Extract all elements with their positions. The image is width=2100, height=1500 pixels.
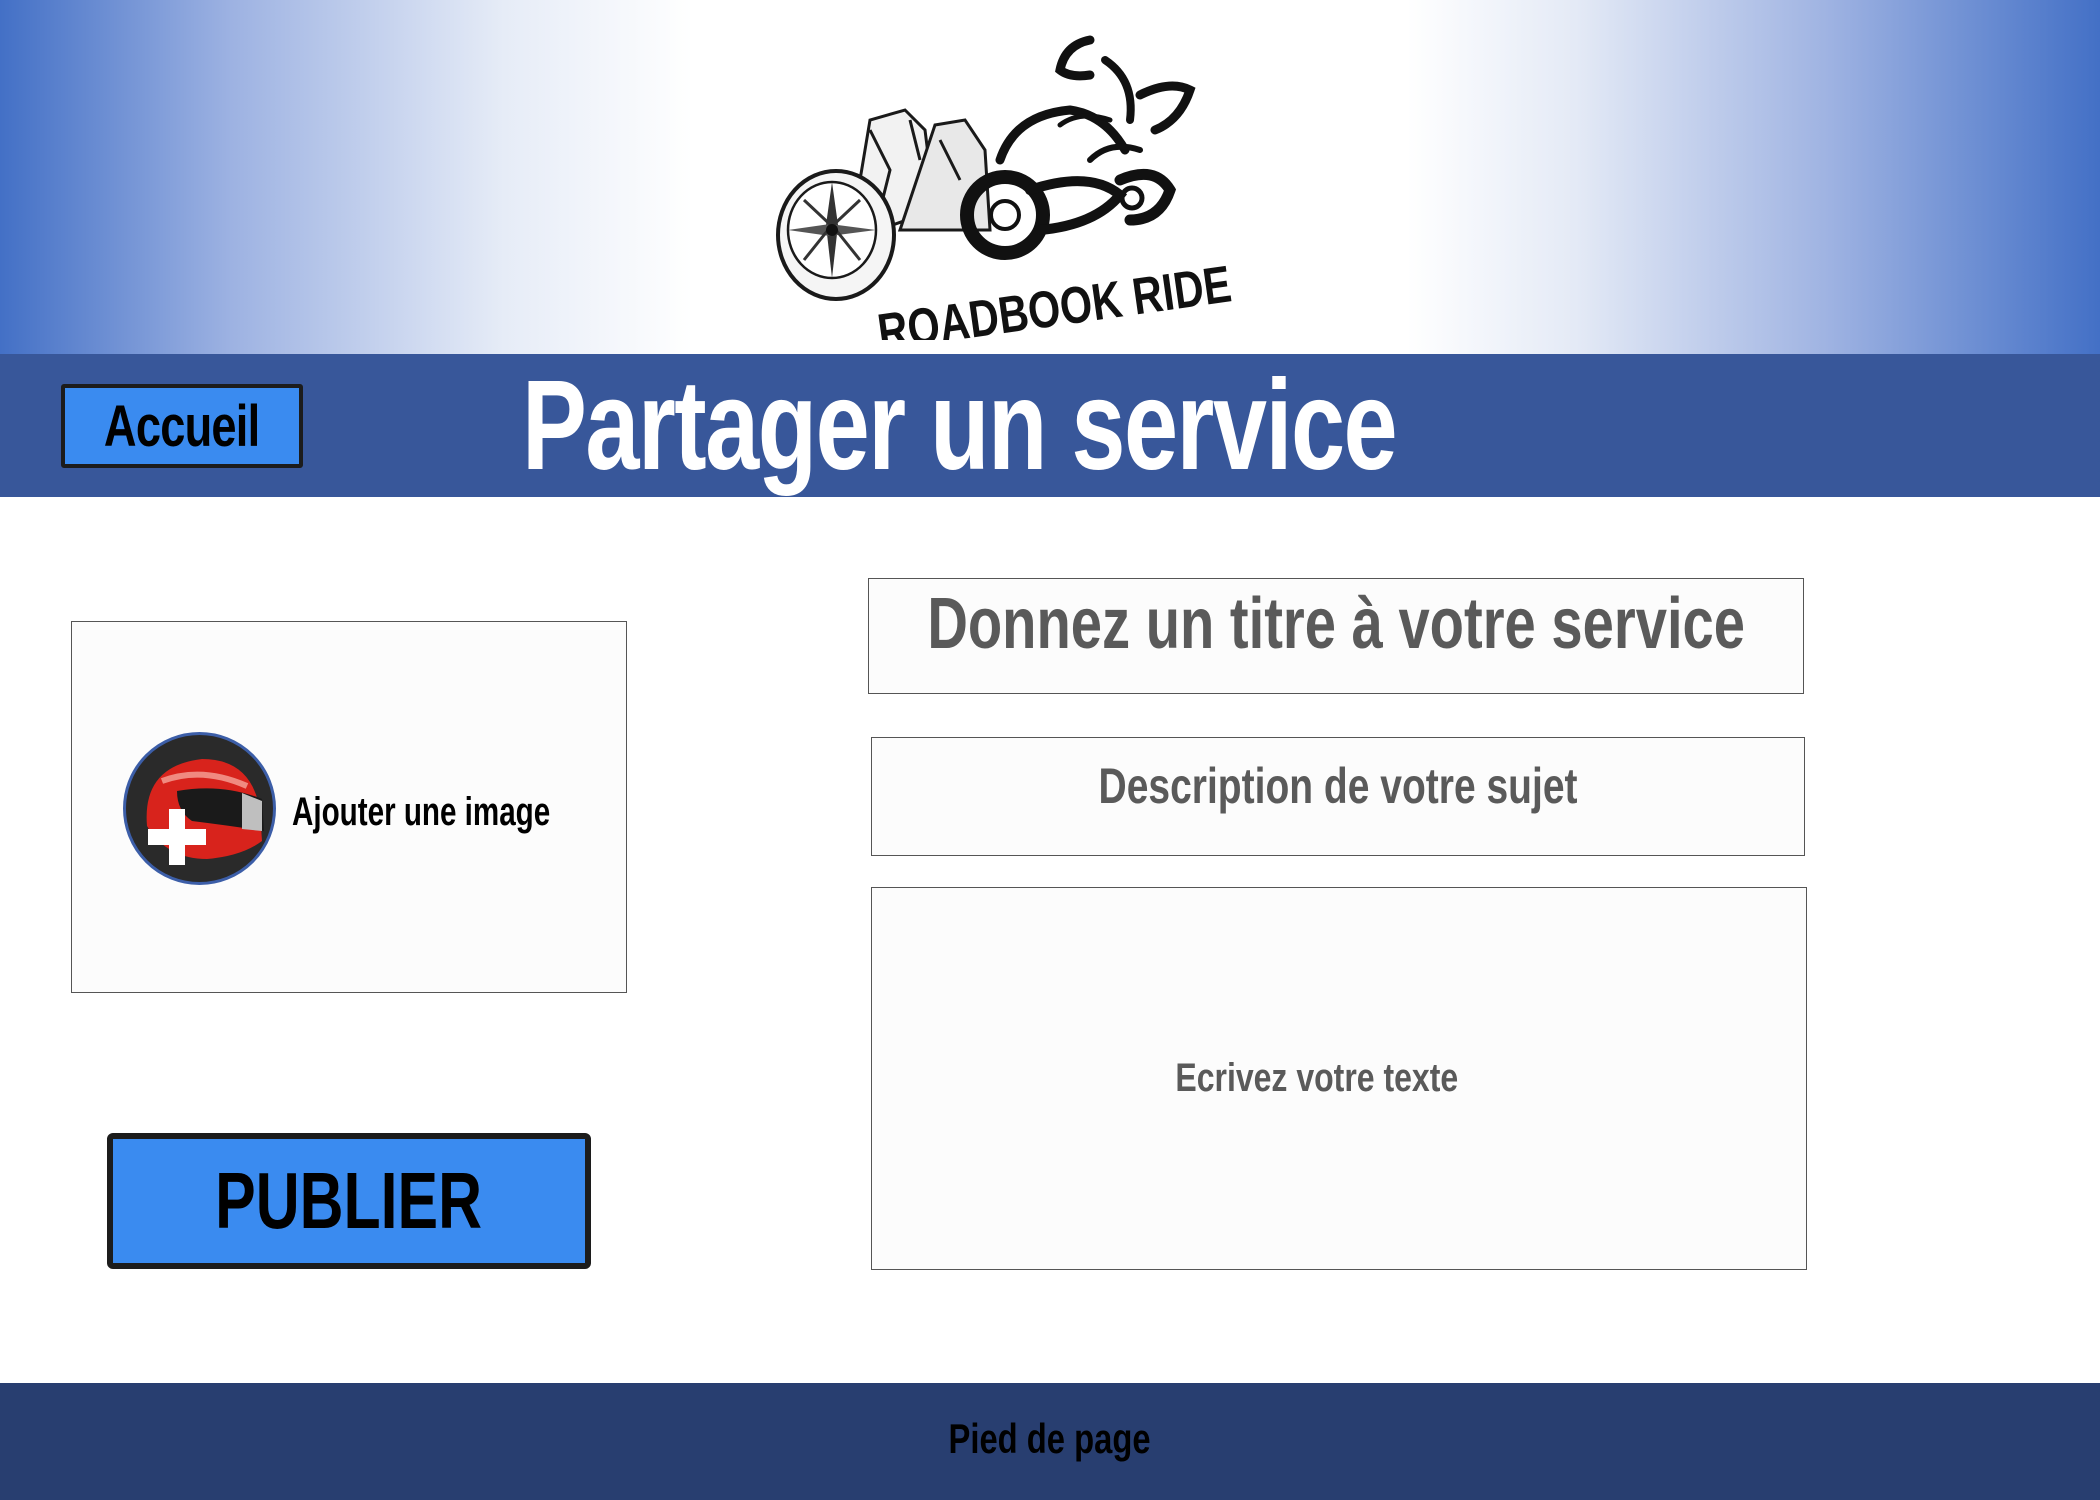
text-body-field[interactable]: Ecrivez votre texte	[871, 887, 1807, 1270]
page-title: Partager un service	[522, 354, 1522, 497]
subject-description-field[interactable]: Description de votre sujet	[871, 737, 1805, 856]
text-body-placeholder: Ecrivez votre texte	[1175, 1056, 1459, 1100]
home-button[interactable]: Accueil	[61, 384, 303, 468]
home-button-label: Accueil	[104, 393, 260, 459]
service-title-placeholder: Donnez un titre à votre service	[927, 584, 1745, 664]
motorcycle-rider-icon	[960, 35, 1196, 260]
publish-button[interactable]: PUBLIER	[107, 1133, 591, 1269]
roadbook-ride-logo: ROADBOOK RIDE	[776, 35, 1235, 340]
add-image-label: Ajouter une image	[292, 789, 551, 834]
service-title-field[interactable]: Donnez un titre à votre service	[868, 578, 1804, 694]
page-title-text: Partager un service	[522, 354, 1398, 497]
footer-text: Pied de page	[948, 1414, 1152, 1462]
title-bar: Accueil Partager un service	[0, 354, 2100, 497]
header-banner: ROADBOOK RIDE	[0, 0, 2100, 354]
publish-button-label: PUBLIER	[215, 1156, 483, 1245]
add-image-label-wrap: Ajouter une image	[292, 787, 641, 837]
helmet-add-icon	[123, 732, 276, 885]
subject-description-placeholder: Description de votre sujet	[1098, 757, 1578, 814]
logo-text: ROADBOOK RIDE	[874, 255, 1235, 340]
add-image-dropzone[interactable]: Ajouter une image	[71, 621, 627, 993]
compass-icon	[776, 169, 896, 301]
page-footer: Pied de page	[0, 1383, 2100, 1500]
